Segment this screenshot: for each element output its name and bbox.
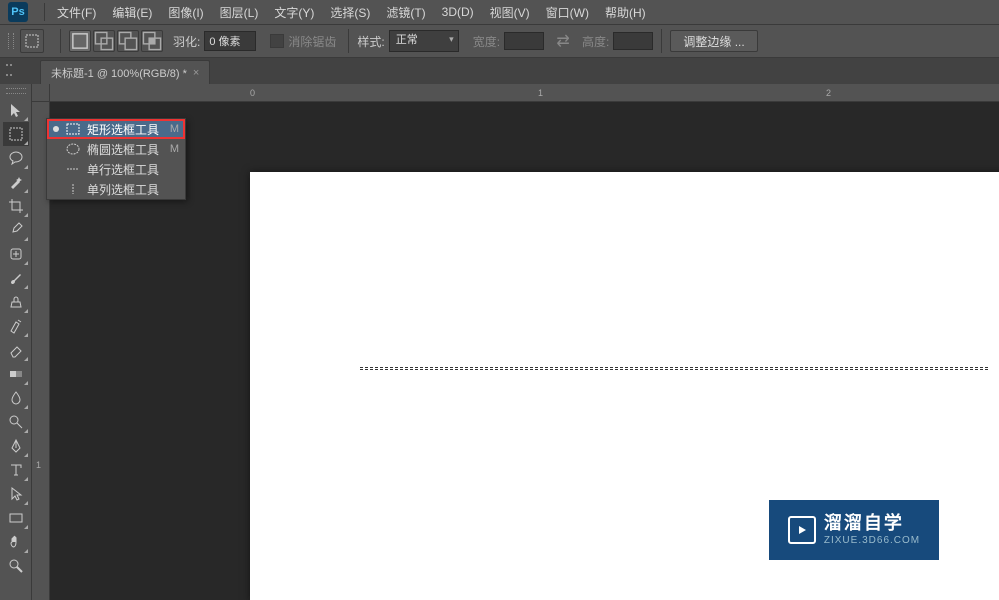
selection-new-button[interactable]: [69, 30, 91, 52]
flyout-ellipse-marquee[interactable]: 椭圆选框工具 M: [47, 139, 185, 159]
marquee-flyout-menu: 矩形选框工具 M 椭圆选框工具 M 单行选框工具 单列选框工具: [46, 118, 186, 200]
document-tab-title: 未标题-1 @ 100%(RGB/8) *: [51, 65, 187, 81]
eyedropper-tool[interactable]: [3, 218, 29, 242]
height-label: 高度:: [582, 33, 609, 50]
watermark-logo-icon: [788, 516, 816, 544]
ruler-origin[interactable]: [32, 84, 50, 102]
menu-view[interactable]: 视图(V): [482, 1, 538, 24]
eraser-tool[interactable]: [3, 338, 29, 362]
shortcut-label: M: [170, 143, 179, 155]
ruler-tick: 1: [538, 88, 543, 98]
active-tool-icon[interactable]: [20, 29, 44, 53]
app-logo: Ps: [8, 2, 28, 22]
flyout-label: 单列选框工具: [87, 181, 159, 198]
clone-stamp-tool[interactable]: [3, 290, 29, 314]
move-tool[interactable]: [3, 98, 29, 122]
menu-file[interactable]: 文件(F): [49, 1, 104, 24]
document-tab[interactable]: 未标题-1 @ 100%(RGB/8) * ×: [40, 60, 210, 84]
menu-image[interactable]: 图像(I): [160, 1, 211, 24]
magic-wand-tool[interactable]: [3, 170, 29, 194]
flyout-label: 矩形选框工具: [87, 121, 159, 138]
watermark-subtitle: ZIXUE.3D66.COM: [824, 535, 920, 547]
ruler-tick: 2: [826, 88, 831, 98]
ruler-tick: 0: [250, 88, 255, 98]
menu-separator: [44, 3, 45, 21]
menu-select[interactable]: 选择(S): [322, 1, 378, 24]
options-bar: 羽化: 消除锯齿 样式: 正常 宽度: ⇄ 高度: 调整边缘 ...: [0, 24, 999, 58]
menu-layer[interactable]: 图层(L): [212, 1, 267, 24]
hand-tool[interactable]: [3, 530, 29, 554]
dodge-tool[interactable]: [3, 410, 29, 434]
selection-add-button[interactable]: [93, 30, 115, 52]
path-selection-tool[interactable]: [3, 482, 29, 506]
style-label: 样式:: [357, 33, 384, 50]
crop-tool[interactable]: [3, 194, 29, 218]
marquee-tool[interactable]: [3, 122, 29, 146]
selection-intersect-button[interactable]: [141, 30, 163, 52]
options-separator: [348, 29, 349, 53]
shortcut-label: M: [170, 123, 179, 135]
flyout-single-row-marquee[interactable]: 单行选框工具: [47, 159, 185, 179]
gradient-tool[interactable]: [3, 362, 29, 386]
watermark: 溜溜自学 ZIXUE.3D66.COM: [769, 500, 939, 560]
antialias-label: 消除锯齿: [288, 33, 336, 50]
ruler-tick: 1: [36, 460, 41, 470]
lasso-tool[interactable]: [3, 146, 29, 170]
refine-edge-button[interactable]: 调整边缘 ...: [670, 30, 757, 52]
horizontal-ruler[interactable]: 0 1 2: [50, 84, 999, 102]
flyout-label: 单行选框工具: [87, 161, 159, 178]
pen-tool[interactable]: [3, 434, 29, 458]
blur-tool[interactable]: [3, 386, 29, 410]
width-label: 宽度:: [473, 33, 500, 50]
swap-dimensions-icon[interactable]: ⇄: [554, 32, 572, 50]
single-row-icon: [65, 162, 81, 176]
close-tab-button[interactable]: ×: [193, 67, 199, 79]
feather-label: 羽化:: [173, 33, 200, 50]
flyout-single-column-marquee[interactable]: 单列选框工具: [47, 179, 185, 199]
flyout-rect-marquee[interactable]: 矩形选框工具 M: [47, 119, 185, 139]
type-tool[interactable]: [3, 458, 29, 482]
selection-subtract-button[interactable]: [117, 30, 139, 52]
rectangle-shape-tool[interactable]: [3, 506, 29, 530]
options-separator: [661, 29, 662, 53]
toolbox-handle-icon[interactable]: [6, 88, 26, 94]
selection-marquee: [360, 367, 988, 370]
brush-tool[interactable]: [3, 266, 29, 290]
feather-input[interactable]: [204, 31, 256, 51]
menu-bar: Ps 文件(F) 编辑(E) 图像(I) 图层(L) 文字(Y) 选择(S) 滤…: [0, 0, 999, 24]
tab-handle-icon[interactable]: [6, 64, 12, 76]
active-dot-icon: [53, 126, 59, 132]
options-handle-icon[interactable]: [8, 33, 14, 49]
selection-mode-group: [69, 30, 163, 52]
toolbox: [0, 84, 32, 600]
menu-edit[interactable]: 编辑(E): [104, 1, 160, 24]
width-field: [504, 32, 544, 50]
menu-help[interactable]: 帮助(H): [597, 1, 654, 24]
height-field: [613, 32, 653, 50]
rect-marquee-icon: [65, 122, 81, 136]
antialias-checkbox[interactable]: [270, 34, 284, 48]
healing-brush-tool[interactable]: [3, 242, 29, 266]
style-select[interactable]: 正常: [389, 30, 459, 52]
ellipse-marquee-icon: [65, 142, 81, 156]
menu-filter[interactable]: 滤镜(T): [378, 1, 433, 24]
zoom-tool[interactable]: [3, 554, 29, 578]
options-separator: [60, 29, 61, 53]
history-brush-tool[interactable]: [3, 314, 29, 338]
menu-type[interactable]: 文字(Y): [266, 1, 322, 24]
menu-window[interactable]: 窗口(W): [538, 1, 597, 24]
single-column-icon: [65, 182, 81, 196]
menu-3d[interactable]: 3D(D): [434, 2, 482, 22]
watermark-title: 溜溜自学: [824, 513, 920, 535]
document-tabs: 未标题-1 @ 100%(RGB/8) * ×: [0, 58, 999, 84]
flyout-label: 椭圆选框工具: [87, 141, 159, 158]
